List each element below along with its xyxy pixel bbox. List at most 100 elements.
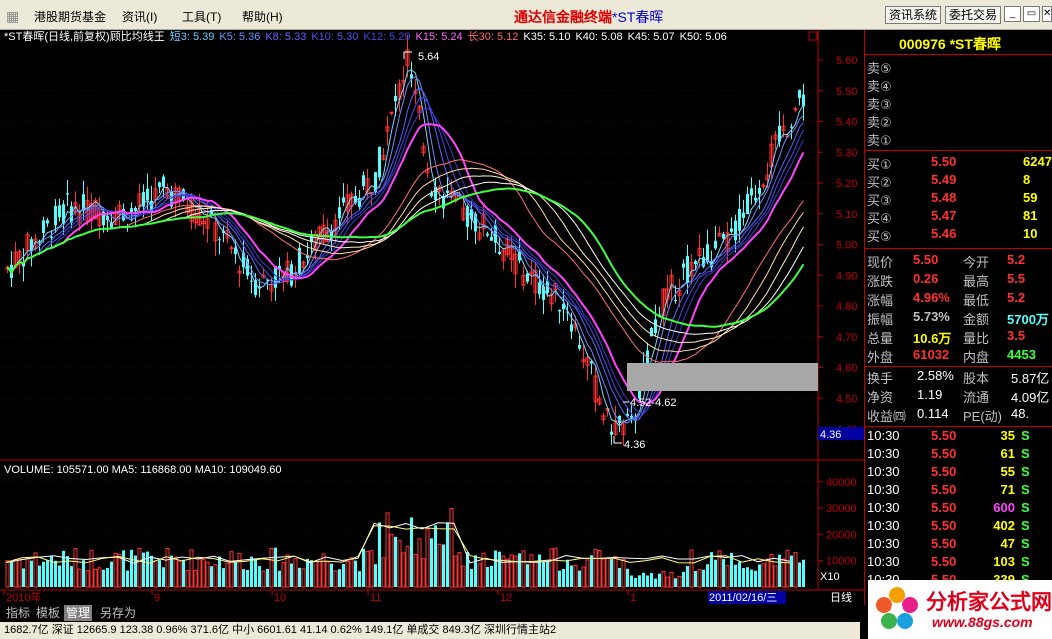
volume-bar — [70, 566, 73, 587]
candle-body — [722, 233, 725, 239]
close-button[interactable]: ✕ — [1042, 6, 1052, 22]
volume-bar — [413, 554, 418, 588]
tick-side: S — [1021, 518, 1030, 533]
panel-divider — [865, 54, 1052, 55]
stat-label: 换手 — [867, 371, 894, 386]
bid-price: 5.50 — [931, 154, 957, 169]
ma-legend-item: K5: 5.36 — [219, 31, 260, 43]
volume-bar — [425, 528, 430, 588]
volume-bar — [317, 560, 322, 588]
order-trading-button[interactable]: 委托交易 — [945, 6, 1002, 24]
volume-bar — [345, 560, 350, 588]
volume-bar — [46, 560, 49, 587]
ask-level-label: 卖① — [867, 133, 892, 148]
tick-side: S — [1021, 554, 1030, 569]
bid-level-label: 买③ — [867, 193, 892, 208]
volume-tick-label: 40000 — [826, 477, 857, 489]
tick-time: 10:30 — [867, 500, 900, 515]
restore-button[interactable]: ▭ — [1023, 6, 1040, 22]
news-system-button[interactable]: 资讯系统 — [885, 6, 942, 24]
volume-bar — [562, 568, 565, 587]
chart-corner-box[interactable] — [808, 31, 818, 41]
volume-bar — [378, 522, 381, 587]
minimize-button[interactable]: _ — [1004, 6, 1021, 22]
quote-label: 外盘 — [867, 350, 894, 365]
ma-legend-item: K45: 5.07 — [628, 31, 675, 43]
volume-bar — [274, 547, 277, 587]
app-title-main: 通达信金融终端 — [514, 9, 612, 25]
ma-legend-item: K8: 5.33 — [265, 31, 306, 43]
period-label[interactable]: 日线 — [830, 590, 852, 604]
volume-bar — [50, 555, 53, 587]
ma-legend-item: K10: 5.30 — [311, 31, 358, 43]
volume-bar — [142, 552, 145, 587]
volume-bar — [526, 564, 529, 587]
volume-bar — [449, 508, 454, 588]
volume-bar — [77, 568, 82, 588]
volume-bar — [605, 557, 610, 588]
menu-news[interactable]: 资讯(I) — [122, 8, 157, 25]
volume-bar — [126, 570, 129, 587]
volume-bar — [573, 564, 578, 588]
volume-bar — [246, 570, 249, 587]
tick-price: 5.50 — [931, 464, 957, 479]
quote-label: 最低 — [963, 293, 990, 308]
volume-bar — [542, 561, 545, 587]
price-tick-label: 5.50 — [836, 86, 857, 98]
candle-body — [250, 280, 253, 282]
volume-bar — [761, 563, 766, 588]
bid-level-label: 买② — [867, 175, 892, 190]
volume-bar — [185, 570, 190, 588]
menu-help[interactable]: 帮助(H) — [242, 8, 283, 25]
tab-indicator[interactable]: 指标 — [4, 605, 32, 621]
stock-header: 000976 *ST春晖 — [899, 36, 1001, 52]
tick-price: 5.50 — [931, 482, 957, 497]
volume-bar — [330, 563, 333, 587]
kline-chart[interactable]: 5.60 5.50 5.40 5.30 5.20 5.10 5.00 4.90 4.80 4.70… — [0, 30, 864, 605]
volume-tick-label: 30000 — [826, 503, 857, 515]
volume-bar — [546, 560, 549, 587]
bid-level-label: 买① — [867, 157, 892, 172]
volume-bar — [10, 561, 13, 587]
volume-bar — [626, 568, 629, 587]
candle-body — [734, 220, 737, 241]
stat-value: 5.87亿 — [1011, 371, 1050, 386]
tab-manage[interactable]: 管理 — [64, 605, 93, 621]
volume-bar — [706, 564, 709, 587]
volume-bar — [117, 553, 122, 588]
stat-label: 流通 — [963, 390, 990, 405]
flower-logo-icon — [876, 587, 918, 629]
x-tick-label: 10 — [274, 592, 286, 604]
volume-bar — [434, 525, 437, 587]
volume-bar — [610, 558, 613, 587]
volume-bar — [697, 569, 702, 588]
tab-save-as[interactable]: 另存为 — [98, 605, 138, 621]
candle-body — [378, 146, 381, 178]
tab-template[interactable]: 模板 — [34, 605, 62, 621]
volume-bar — [509, 554, 514, 588]
tick-price: 5.50 — [931, 500, 957, 515]
quote-value: 0.26 — [913, 271, 939, 286]
volume-bar — [642, 572, 645, 587]
volume-bar — [113, 552, 118, 588]
candle-body — [54, 205, 57, 226]
app-menu-icon[interactable]: ▦ — [6, 8, 19, 25]
volume-bar — [153, 560, 158, 588]
volume-bar — [285, 554, 290, 588]
quote-value: 5.50 — [913, 252, 939, 267]
volume-bar — [97, 567, 102, 588]
volume-bar — [222, 568, 225, 587]
menu-tools[interactable]: 工具(T) — [182, 8, 221, 25]
candle-body — [610, 431, 613, 435]
menu-hk-futures-funds[interactable]: 港股期货基金 — [34, 8, 106, 25]
volume-bar — [173, 556, 178, 588]
volume-bar — [738, 561, 741, 587]
volume-bar — [5, 560, 10, 588]
quote-value: 4453 — [1007, 347, 1036, 362]
volume-axis: 40000 30000 20000 10000 — [0, 477, 857, 568]
panel-divider — [865, 248, 1052, 249]
candle-body — [674, 299, 677, 301]
stat-value: 2.58% — [917, 368, 954, 383]
volume-bar — [430, 538, 433, 587]
volume-bar — [365, 550, 370, 588]
